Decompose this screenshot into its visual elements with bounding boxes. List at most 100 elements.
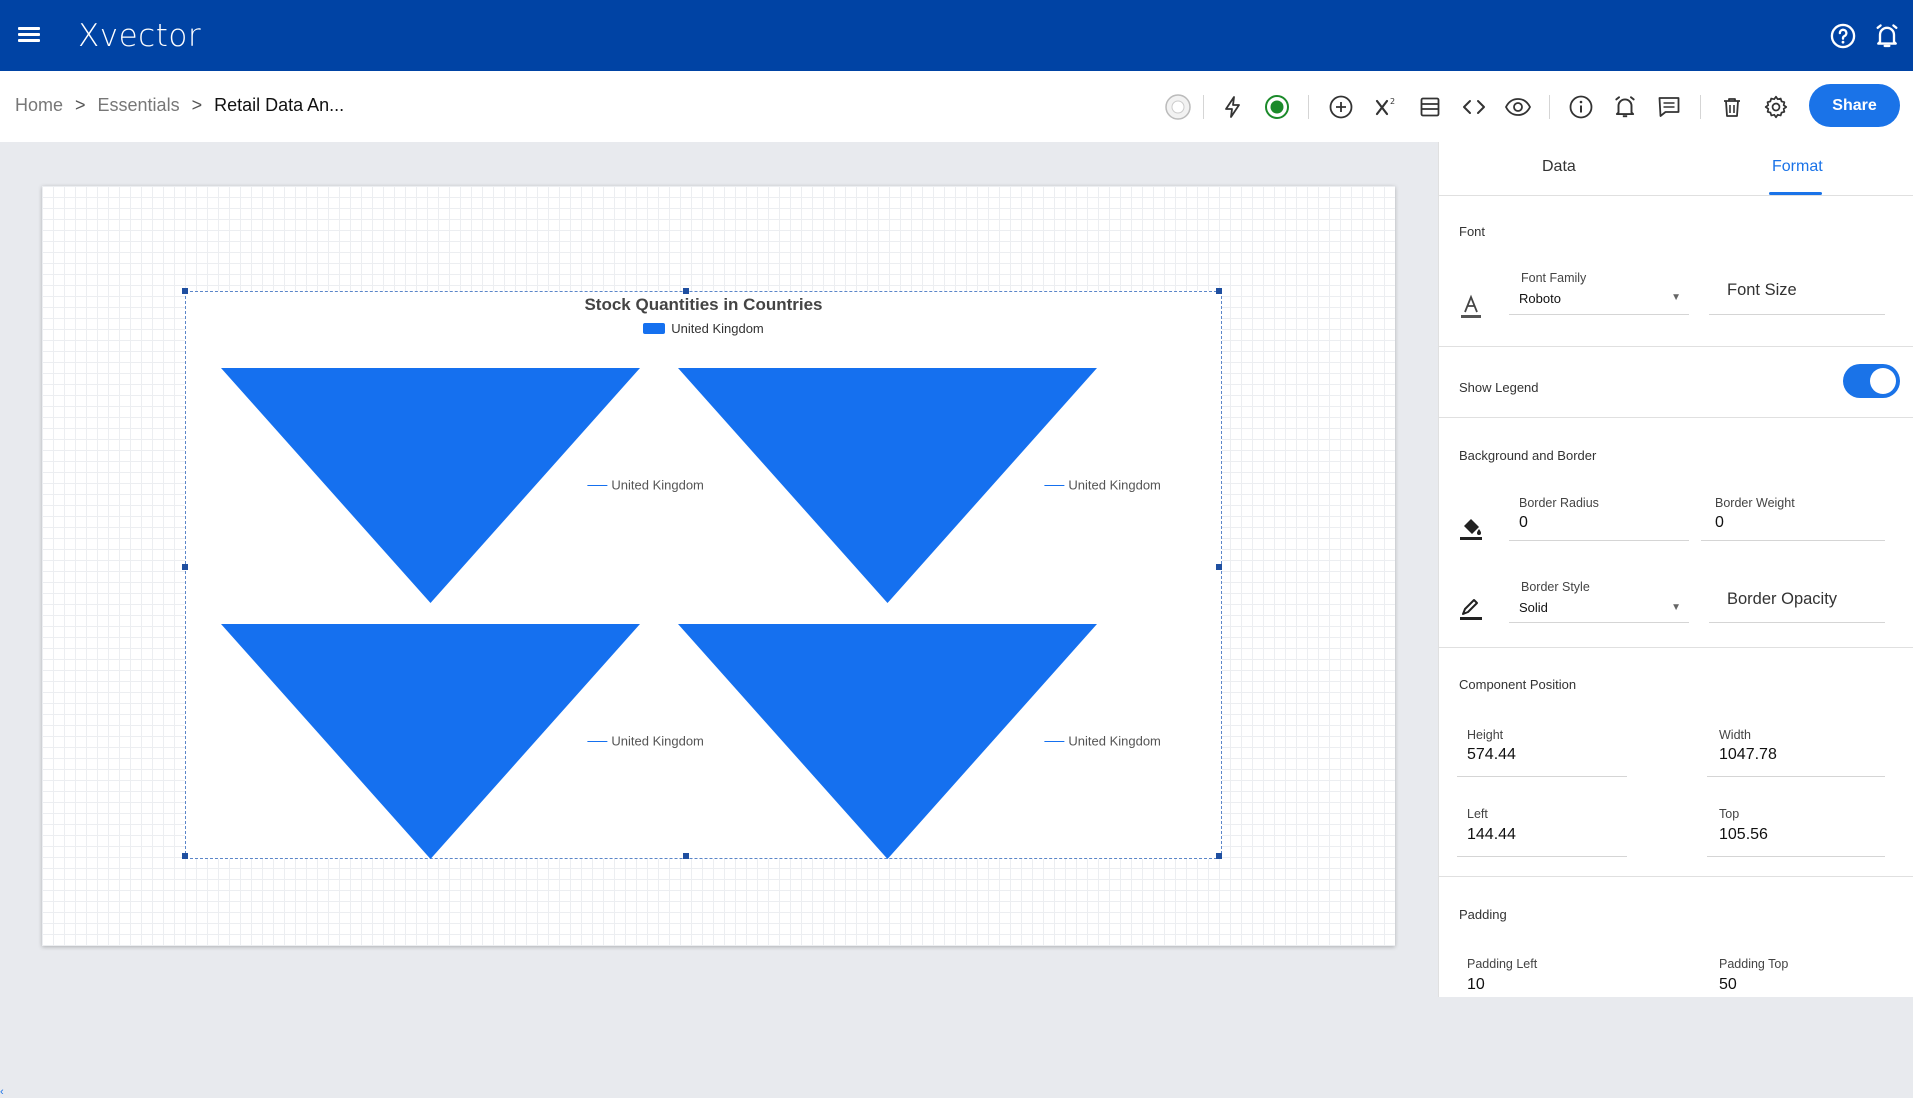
toggle-knob [1870, 368, 1896, 394]
live-status-icon[interactable] [1263, 93, 1291, 121]
padding-top-value: 50 [1719, 976, 1737, 993]
status-indicator-icon[interactable] [1164, 93, 1192, 121]
resize-handle[interactable] [1216, 853, 1222, 859]
font-family-value: Roboto [1519, 291, 1561, 306]
properties-panel: Data Format Font Font Family Roboto ▼ Fo… [1438, 142, 1913, 997]
help-icon[interactable] [1829, 22, 1857, 50]
breadcrumb-separator: > [75, 95, 86, 115]
height-label: Height [1467, 728, 1504, 742]
width-field[interactable]: Width 1047.78 [1707, 720, 1885, 777]
funnel-segment[interactable] [221, 368, 640, 603]
toolbar-divider [1203, 95, 1204, 119]
collapse-arrow-icon[interactable]: ‹ [0, 1086, 4, 1098]
border-weight-label: Border Weight [1715, 496, 1795, 510]
section-divider [1439, 346, 1913, 347]
section-divider [1439, 876, 1913, 877]
funnel-chart: United Kingdom United Kingdom United Kingd… [221, 368, 1161, 859]
chart-component[interactable]: United Kingdom United Kingdom United Kingd… [182, 288, 1222, 859]
border-weight-value: 0 [1715, 514, 1724, 531]
font-family-label: Font Family [1521, 271, 1587, 285]
section-divider [1439, 417, 1913, 418]
fill-bucket-icon[interactable] [1457, 514, 1485, 542]
top-value: 105.56 [1719, 826, 1768, 843]
background-border-title: Background and Border [1459, 448, 1597, 463]
font-family-select[interactable]: Font Family Roboto ▼ [1509, 264, 1689, 315]
font-size-placeholder: Font Size [1727, 281, 1797, 299]
funnel-data-label: United Kingdom [611, 478, 704, 493]
formula-icon[interactable]: 2 [1372, 93, 1400, 121]
toolbar-divider [1308, 95, 1309, 119]
height-field[interactable]: Height 574.44 [1457, 720, 1627, 777]
resize-handle[interactable] [182, 288, 188, 294]
settings-gear-icon[interactable] [1762, 93, 1790, 121]
breadcrumb-current: Retail Data An... [214, 95, 345, 115]
delete-icon[interactable] [1718, 93, 1746, 121]
toolbar-divider [1549, 95, 1550, 119]
border-radius-field[interactable]: Border Radius 0 [1509, 490, 1689, 541]
funnel-data-label: United Kingdom [1068, 478, 1161, 493]
component-position-title: Component Position [1459, 677, 1577, 692]
funnel-segment[interactable] [678, 624, 1097, 859]
border-radius-label: Border Radius [1519, 496, 1599, 510]
left-field[interactable]: Left 144.44 [1457, 800, 1627, 857]
alert-bell-icon[interactable] [1611, 93, 1639, 121]
hamburger-menu-icon[interactable] [18, 24, 40, 44]
breadcrumb: Home > Essentials > Retail Data An... [15, 95, 344, 116]
font-size-field[interactable]: Font Size [1709, 264, 1885, 315]
funnel-data-label: United Kingdom [611, 734, 704, 749]
funnel-segment[interactable] [678, 368, 1097, 603]
border-style-select[interactable]: Border Style Solid ▼ [1509, 572, 1689, 623]
toolbar-divider [1700, 95, 1701, 119]
left-value: 144.44 [1467, 826, 1516, 843]
breadcrumb-essentials[interactable]: Essentials [98, 95, 180, 116]
resize-handle[interactable] [683, 853, 689, 859]
info-icon[interactable] [1567, 93, 1595, 121]
active-tab-indicator [1769, 192, 1822, 195]
resize-handle[interactable] [1216, 564, 1222, 570]
resize-handle[interactable] [182, 564, 188, 570]
section-divider [1439, 647, 1913, 648]
border-style-label: Border Style [1521, 580, 1590, 594]
width-label: Width [1719, 728, 1751, 742]
breadcrumb-home[interactable]: Home [15, 95, 63, 116]
layout-panel-icon[interactable] [1416, 93, 1444, 121]
sub-header: Home > Essentials > Retail Data An... 2 [0, 71, 1913, 142]
show-legend-toggle[interactable] [1843, 364, 1900, 398]
border-radius-value: 0 [1519, 514, 1528, 531]
text-color-icon[interactable] [1457, 292, 1485, 320]
tab-data[interactable]: Data [1542, 158, 1576, 176]
border-opacity-field[interactable]: Border Opacity [1709, 572, 1885, 623]
top-field[interactable]: Top 105.56 [1707, 800, 1885, 857]
alarm-bell-icon[interactable] [1873, 22, 1901, 50]
comment-icon[interactable] [1655, 93, 1683, 121]
funnel-segment[interactable] [221, 624, 640, 859]
legend-label: United Kingdom [671, 321, 764, 336]
code-icon[interactable] [1460, 93, 1488, 121]
share-button[interactable]: Share [1809, 84, 1900, 127]
padding-left-field[interactable]: Padding Left 10 [1457, 950, 1627, 1007]
dashboard-canvas[interactable]: United Kingdom United Kingdom United Kingd… [42, 186, 1395, 946]
resize-handle[interactable] [182, 853, 188, 859]
dropdown-arrow-icon: ▼ [1671, 292, 1681, 303]
preview-eye-icon[interactable] [1504, 93, 1532, 121]
height-value: 574.44 [1467, 746, 1516, 763]
padding-left-label: Padding Left [1467, 957, 1538, 971]
left-label: Left [1467, 807, 1488, 821]
border-opacity-placeholder: Border Opacity [1727, 590, 1838, 608]
legend-swatch [643, 323, 666, 334]
border-pen-icon[interactable] [1457, 594, 1485, 622]
app-logo[interactable]: Xvector [78, 18, 201, 54]
padding-title: Padding [1459, 907, 1507, 922]
canvas-workarea[interactable]: United Kingdom United Kingdom United Kingd… [0, 142, 1438, 1098]
padding-top-field[interactable]: Padding Top 50 [1707, 950, 1885, 1007]
resize-handle[interactable] [683, 288, 689, 294]
svg-text:2: 2 [1390, 97, 1395, 106]
border-style-value: Solid [1519, 600, 1548, 615]
tab-format[interactable]: Format [1772, 158, 1823, 176]
resize-handle[interactable] [1216, 288, 1222, 294]
border-weight-field[interactable]: Border Weight 0 [1701, 490, 1885, 541]
lightning-icon[interactable] [1219, 93, 1247, 121]
add-circle-icon[interactable] [1327, 93, 1355, 121]
padding-top-label: Padding Top [1719, 957, 1789, 971]
chart-legend[interactable]: United Kingdom [186, 321, 1221, 336]
